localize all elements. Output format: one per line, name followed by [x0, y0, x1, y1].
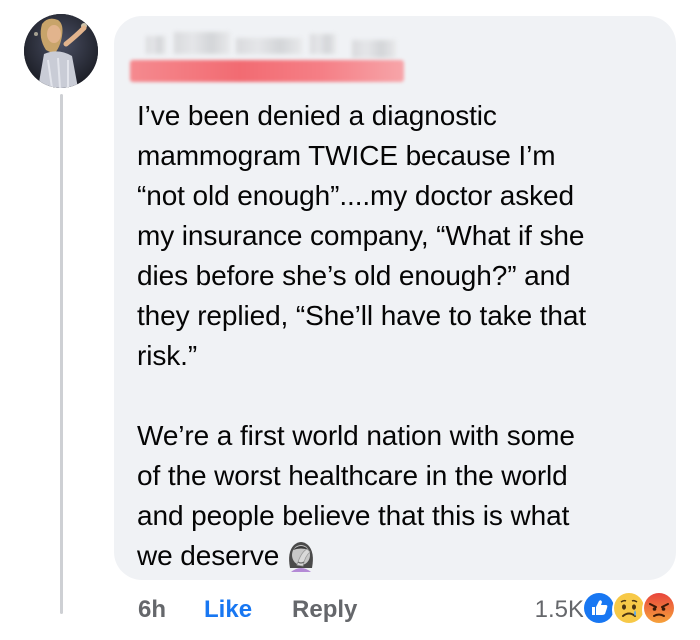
comment-body: I’ve been denied a diagnostic mammogram …: [137, 96, 657, 583]
reply-button[interactable]: Reply: [292, 596, 357, 624]
thread-connector-line: [60, 94, 63, 614]
comment-timestamp[interactable]: 6h: [138, 596, 166, 624]
redaction-blur: [174, 32, 230, 54]
user-avatar-photo: [24, 14, 98, 88]
redaction-bar: [130, 60, 404, 82]
avatar[interactable]: [24, 14, 98, 88]
reactions-summary[interactable]: 1.5K: [535, 590, 680, 630]
redacted-author-name[interactable]: [128, 26, 408, 86]
woman-facepalming-icon: [285, 538, 317, 583]
redaction-blur: [146, 36, 166, 54]
comment-paragraph-with-emoji: We’re a first world nation with some of …: [137, 416, 657, 583]
redaction-blur: [236, 38, 302, 54]
comment-paragraph: I’ve been denied a diagnostic mammogram …: [137, 100, 587, 371]
comment-actions: 6h Like Reply: [138, 592, 357, 628]
redaction-blur: [310, 34, 336, 54]
redaction-blur: [352, 40, 396, 58]
angry-reaction-icon: [642, 591, 680, 629]
comment-paragraph-text: We’re a first world nation with some of …: [137, 420, 575, 571]
reaction-count[interactable]: 1.5K: [535, 596, 584, 624]
like-button[interactable]: Like: [204, 596, 252, 624]
